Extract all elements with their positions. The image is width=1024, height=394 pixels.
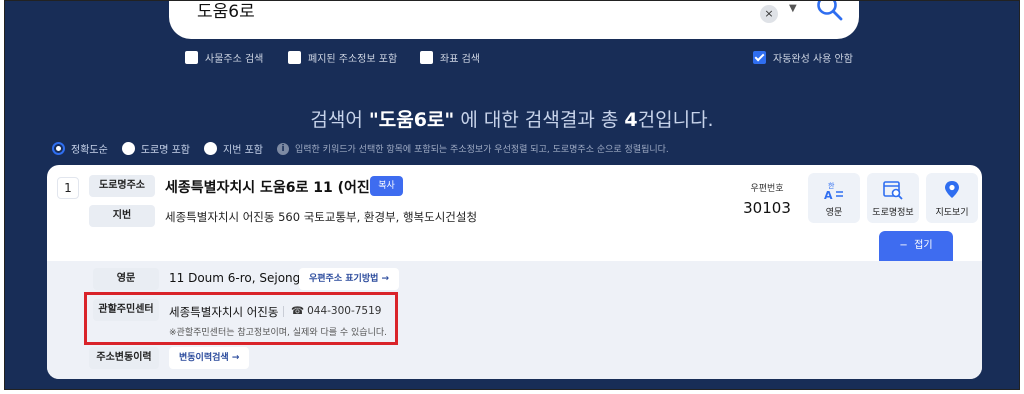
- tool-label: 도로명정보: [872, 208, 914, 218]
- fold-button[interactable]: − 접기: [879, 231, 953, 261]
- option-label: 자동완성 사용 안함: [773, 54, 853, 65]
- history-tag: 주소변동이력: [89, 347, 159, 369]
- checkbox[interactable]: [288, 51, 301, 64]
- option-object-address[interactable]: 사물주소 검색: [185, 50, 263, 65]
- result-index: 1: [57, 177, 79, 199]
- history-search-link[interactable]: 변동이력검색 →: [169, 347, 250, 369]
- page-frame: 도움6로 × ▼ 사물주소 검색 폐지된 주소정보 포함 좌표 검색 자동완성 …: [4, 0, 1020, 390]
- heading-suffix: 건입니다.: [637, 109, 714, 131]
- english-address: 11 Doum 6-ro, Sejong-si: [169, 271, 315, 285]
- sort-label: 지번 포함: [223, 145, 263, 156]
- map-pin-icon: [945, 181, 959, 198]
- sort-label: 정확도순: [71, 145, 108, 156]
- sort-include-jibun[interactable]: 지번 포함: [204, 141, 263, 156]
- info-icon: i: [276, 142, 289, 155]
- map-view-button[interactable]: 지도보기: [926, 173, 978, 223]
- heading-middle: 에 대한 검색결과 총: [454, 109, 625, 131]
- sort-options: 정확도순 도로명 포함 지번 포함 i 입력한 키워드가 선택한 항목에 포함되…: [52, 141, 669, 156]
- fold-label: 접기: [914, 240, 933, 251]
- option-disable-autocomplete[interactable]: 자동완성 사용 안함: [753, 50, 853, 65]
- minus-icon: −: [899, 240, 908, 251]
- tool-label: 영문: [825, 208, 843, 218]
- road-address: 세종특별자치시 도움6로 11 (어진동): [165, 180, 390, 196]
- sort-include-road[interactable]: 도로명 포함: [121, 141, 190, 156]
- heading-count: 4: [624, 109, 638, 131]
- radio[interactable]: [121, 142, 135, 155]
- option-label: 좌표 검색: [440, 54, 480, 65]
- svg-text:A: A: [824, 189, 833, 200]
- checkbox[interactable]: [420, 51, 433, 64]
- english-tag: 영문: [93, 268, 159, 290]
- search-icon[interactable]: [815, 0, 845, 23]
- result-heading: 검색어 "도움6로" 에 대한 검색결과 총 4건입니다.: [5, 105, 1019, 132]
- result-card: 1 도로명주소 세종특별자치시 도움6로 11 (어진동) 복사 지번 세종특별…: [47, 165, 982, 379]
- option-label: 폐지된 주소정보 포함: [308, 54, 398, 65]
- sort-accuracy[interactable]: 정확도순: [52, 141, 108, 156]
- search-input[interactable]: 도움6로: [197, 1, 255, 22]
- jibun-tag: 지번: [89, 205, 155, 227]
- road-info-button[interactable]: 도로명정보: [867, 173, 919, 223]
- sort-label: 도로명 포함: [140, 145, 190, 156]
- road-info-icon: [883, 181, 903, 200]
- highlight-box: [84, 292, 398, 345]
- sort-note: 입력한 키워드가 선택한 항목에 포함되는 주소정보가 우선정렬 되고, 도로명…: [294, 145, 669, 155]
- english-button[interactable]: 한 A 영문: [808, 173, 860, 223]
- heading-prefix: 검색어: [310, 109, 369, 131]
- tool-label: 지도보기: [935, 208, 969, 218]
- option-include-abolished[interactable]: 폐지된 주소정보 포함: [288, 50, 397, 65]
- heading-query: "도움6로": [368, 109, 455, 131]
- option-label: 사물주소 검색: [205, 54, 264, 65]
- jibun-address: 세종특별자치시 어진동 560 국토교통부, 환경부, 행복도시건설청: [165, 210, 478, 224]
- radio-selected[interactable]: [52, 142, 65, 155]
- radio[interactable]: [204, 142, 217, 155]
- road-address-tag: 도로명주소: [89, 175, 155, 197]
- search-box[interactable]: 도움6로 × ▼: [169, 0, 859, 39]
- copy-button[interactable]: 복사: [370, 176, 403, 196]
- zip-label: 우편번호: [750, 184, 784, 194]
- checkbox-checked[interactable]: [753, 51, 766, 64]
- zip-code: 30103: [743, 199, 791, 217]
- english-translate-icon: 한 A: [824, 182, 843, 202]
- checkbox[interactable]: [185, 51, 198, 64]
- postal-notation-link[interactable]: 우편주소 표기방법 →: [299, 268, 400, 290]
- clear-search-button[interactable]: ×: [760, 5, 778, 23]
- chevron-down-icon[interactable]: ▼: [789, 3, 797, 14]
- option-coordinate-search[interactable]: 좌표 검색: [420, 50, 480, 65]
